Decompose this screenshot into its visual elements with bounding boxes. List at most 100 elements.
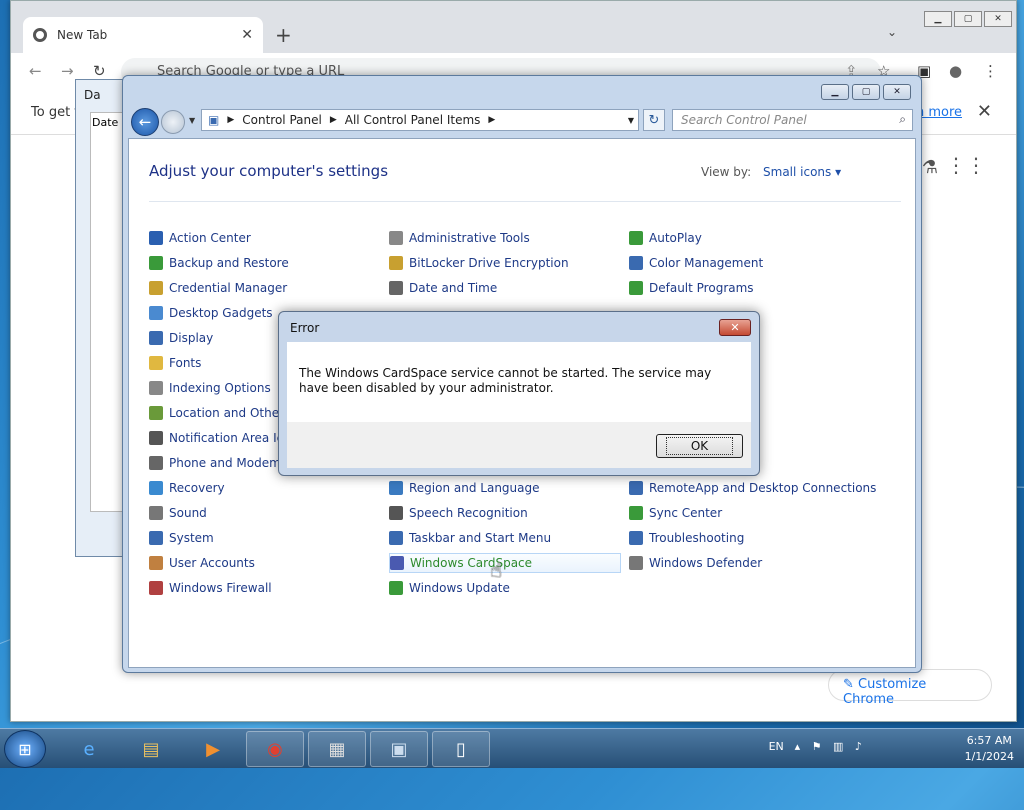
tab-search-chevron-icon[interactable]: ⌄ (887, 25, 897, 39)
cp-item-region-and-language[interactable]: Region and Language (389, 478, 619, 498)
taskbar: ⊞ e ▤ ▶ ◉ ▦ ▣ ▯ EN ▴ ⚑ ▥ ♪ 6:57 AM 1/1/2… (0, 728, 1024, 768)
google-apps-icon[interactable]: ⋮⋮ (946, 153, 986, 177)
cp-close-button[interactable]: ✕ (883, 84, 911, 100)
language-indicator[interactable]: EN (769, 740, 784, 753)
error-close-button[interactable]: ✕ (719, 319, 751, 336)
cp-item-windows-update[interactable]: Windows Update (389, 578, 619, 598)
ie-icon[interactable]: e (60, 731, 118, 767)
cp-item-taskbar-and-start-menu[interactable]: Taskbar and Start Menu (389, 528, 619, 548)
search-control-panel-input[interactable]: Search Control Panel ⌕ (672, 109, 913, 131)
cp-item-user-accounts[interactable]: User Accounts (149, 553, 379, 573)
system-tray: EN ▴ ⚑ ▥ ♪ 6:57 AM 1/1/2024 (769, 729, 1014, 769)
cp-item-sync-center[interactable]: Sync Center (629, 503, 899, 523)
cp-item-autoplay[interactable]: AutoPlay (629, 228, 899, 248)
date-time-icon[interactable]: ▦ (308, 731, 366, 767)
cp-item-sound[interactable]: Sound (149, 503, 379, 523)
chrome-tab-title: New Tab (57, 28, 108, 42)
customize-chrome-button[interactable]: ✎ Customize Chrome (828, 669, 992, 707)
cp-item-troubleshooting[interactable]: Troubleshooting (629, 528, 899, 548)
computer-icon (149, 531, 163, 545)
cp-item-system[interactable]: System (149, 528, 379, 548)
cp-item-remoteapp-and-desktop-connections[interactable]: RemoteApp and Desktop Connections (629, 478, 899, 498)
cp-item-label: Default Programs (649, 281, 754, 295)
address-bar[interactable]: ▣ ▶ Control Panel ▶ All Control Panel It… (201, 109, 639, 131)
cp-item-bitlocker-drive-encryption[interactable]: BitLocker Drive Encryption (389, 253, 619, 273)
explorer-icon[interactable]: ▤ (122, 731, 180, 767)
address-dropdown-icon[interactable]: ▼ (628, 116, 634, 125)
page-title: Adjust your computer's settings (149, 162, 389, 180)
cp-maximize-button[interactable]: ▢ (852, 84, 880, 100)
profile-avatar-icon[interactable]: ● (949, 62, 962, 80)
notepad-icon[interactable]: ▯ (432, 731, 490, 767)
cp-item-administrative-tools[interactable]: Administrative Tools (389, 228, 619, 248)
cp-item-backup-and-restore[interactable]: Backup and Restore (149, 253, 379, 273)
troubleshoot-icon (629, 531, 643, 545)
recovery-icon (149, 481, 163, 495)
view-by-label: View by: (701, 165, 752, 179)
ok-button[interactable]: OK (656, 434, 743, 458)
cp-window-controls: ▁ ▢ ✕ (821, 84, 911, 100)
cp-item-label: Administrative Tools (409, 231, 530, 245)
cp-item-label: Sound (169, 506, 207, 520)
date-time-tab[interactable]: Date (92, 116, 118, 129)
folder-icon (149, 356, 163, 370)
cp-item-color-management[interactable]: Color Management (629, 253, 899, 273)
learn-more-link[interactable]: n more (916, 105, 962, 120)
search-gear-icon (149, 381, 163, 395)
chrome-minimize-button[interactable]: ▁ (924, 11, 952, 27)
cp-item-label: RemoteApp and Desktop Connections (649, 481, 877, 495)
breadcrumb-all-items[interactable]: All Control Panel Items (345, 113, 481, 127)
labs-flask-icon[interactable]: ⚗ (922, 157, 938, 178)
control-panel-small-icon: ▣ (208, 113, 220, 127)
reload-icon[interactable]: ↻ (93, 62, 106, 80)
chrome-close-button[interactable]: ✕ (984, 11, 1012, 27)
chrome-maximize-button[interactable]: ▢ (954, 11, 982, 27)
breadcrumb-control-panel[interactable]: Control Panel (242, 113, 322, 127)
back-arrow-icon[interactable]: ← (131, 108, 159, 136)
cp-item-windows-defender[interactable]: Windows Defender (629, 553, 899, 573)
cardspace-icon (390, 556, 404, 570)
error-dialog: Error ✕ The Windows CardSpace service ca… (278, 311, 760, 476)
cp-item-label: AutoPlay (649, 231, 702, 245)
start-button[interactable]: ⊞ (4, 730, 46, 768)
cp-item-speech-recognition[interactable]: Speech Recognition (389, 503, 619, 523)
cp-item-label: BitLocker Drive Encryption (409, 256, 569, 270)
autoplay-icon (629, 231, 643, 245)
menu-kebab-icon[interactable]: ⋮ (983, 62, 998, 80)
cp-item-action-center[interactable]: Action Center (149, 228, 379, 248)
error-dialog-body: The Windows CardSpace service cannot be … (287, 342, 751, 422)
search-icon: ⌕ (899, 112, 906, 126)
taskbar-icon (389, 531, 403, 545)
error-dialog-footer: OK (287, 422, 751, 468)
customize-chrome-label: Customize Chrome (843, 677, 927, 707)
cp-minimize-button[interactable]: ▁ (821, 84, 849, 100)
globe-icon (389, 481, 403, 495)
view-by-dropdown[interactable]: Small icons ▾ (763, 165, 841, 179)
cp-item-default-programs[interactable]: Default Programs (629, 278, 899, 298)
cp-item-label: Fonts (169, 356, 202, 370)
back-icon[interactable]: ← (29, 62, 42, 80)
chrome-icon[interactable]: ◉ (246, 731, 304, 767)
cp-item-windows-cardspace[interactable]: Windows CardSpace (389, 553, 621, 573)
chrome-tab[interactable]: New Tab ✕ (23, 17, 263, 53)
cp-item-recovery[interactable]: Recovery (149, 478, 379, 498)
forward-icon[interactable]: → (61, 62, 74, 80)
cp-item-credential-manager[interactable]: Credential Manager (149, 278, 379, 298)
cp-item-windows-firewall[interactable]: Windows Firewall (149, 578, 379, 598)
infobar-close-icon[interactable]: ✕ (977, 101, 992, 122)
tray-icons[interactable]: ▴ ⚑ ▥ ♪ (795, 740, 895, 753)
forward-arrow-icon[interactable] (161, 110, 185, 134)
cp-item-date-and-time[interactable]: Date and Time (389, 278, 619, 298)
cp-item-label: System (169, 531, 214, 545)
search-placeholder: Search Control Panel (681, 113, 807, 127)
recent-pages-dropdown-icon[interactable]: ▼ (189, 116, 195, 125)
chrome-tab-close-icon[interactable]: ✕ (241, 27, 253, 43)
monitor-icon (149, 331, 163, 345)
clock-icon (389, 281, 403, 295)
speaker-icon (149, 506, 163, 520)
refresh-icon[interactable]: ↻ (643, 109, 665, 131)
media-player-icon[interactable]: ▶ (184, 731, 242, 767)
control-panel-icon[interactable]: ▣ (370, 731, 428, 767)
clock[interactable]: 6:57 AM 1/1/2024 (965, 733, 1014, 765)
new-tab-button[interactable]: + (275, 23, 292, 47)
